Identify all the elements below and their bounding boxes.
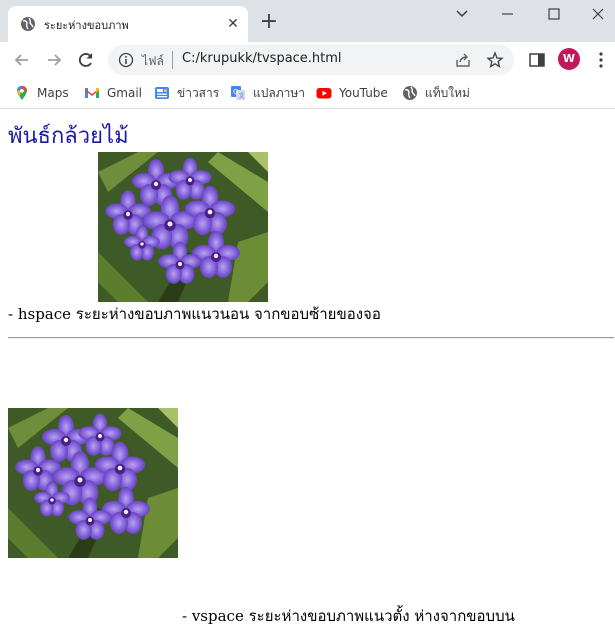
svg-text:文: 文 (239, 92, 245, 100)
youtube-icon (316, 88, 332, 99)
bookmark-label: Gmail (107, 86, 143, 100)
share-icon[interactable] (454, 51, 472, 69)
orchid-image-hspace (98, 152, 268, 302)
bookmark-label: YouTube (339, 86, 388, 100)
bookmark-star-icon[interactable] (486, 51, 504, 69)
maps-icon (17, 86, 27, 100)
new-tab-button[interactable]: + (258, 11, 280, 33)
bookmark-label: Maps (37, 86, 69, 100)
back-arrow-icon[interactable] (12, 50, 32, 70)
side-panel-icon[interactable] (528, 51, 546, 69)
maximize-icon[interactable] (542, 4, 566, 24)
vspace-caption: - vspace ระยะห่างขอบภาพแนวตั้ง ห่างจากขอ… (182, 607, 515, 625)
menu-dots-icon[interactable] (592, 50, 610, 70)
bookmark-label: ข่าวสาร (177, 85, 220, 100)
forward-arrow-icon[interactable] (44, 50, 64, 70)
close-icon[interactable] (586, 4, 610, 24)
globe-icon (21, 17, 35, 31)
address-url[interactable]: C:/krupukk/tvspace.html (182, 51, 342, 66)
profile-avatar[interactable]: W (558, 48, 580, 70)
browser-titlebar: ระยะห่างขอบภาพ ✕ + (0, 0, 615, 42)
reload-icon[interactable] (76, 50, 96, 70)
bookmark-translate[interactable]: G 文 แปลภาษา (230, 82, 305, 104)
bookmark-label: แปลภาษา (253, 85, 306, 100)
translate-icon: G 文 (231, 86, 245, 100)
globe-icon (403, 86, 417, 100)
hspace-caption: - hspace ระยะห่างขอบภาพแนวนอน จากขอบซ้าย… (8, 305, 381, 323)
bookmark-maps[interactable]: Maps (14, 82, 69, 104)
gmail-icon (85, 88, 99, 98)
tab-close-icon[interactable]: ✕ (224, 15, 242, 33)
orchid-image-vspace (8, 408, 178, 558)
horizontal-rule (8, 337, 614, 339)
bookmark-label: แท็บใหม่ (425, 85, 470, 100)
bookmarks-bar: Maps Gmail ข่าวสาร G 文 แปลภาษา YouTube แ… (0, 78, 615, 109)
chevron-down-icon[interactable] (450, 4, 474, 24)
address-separator (172, 51, 173, 69)
address-bar[interactable]: ไฟล์ C:/krupukk/tvspace.html (108, 45, 514, 75)
browser-tab[interactable]: ระยะห่างขอบภาพ ✕ (8, 6, 248, 42)
minimize-icon[interactable] (496, 4, 520, 24)
bookmark-news[interactable]: ข่าวสาร (154, 82, 219, 104)
news-icon (155, 87, 169, 99)
info-icon[interactable] (118, 52, 134, 68)
page-title: พันธ์กล้วยไม้ (8, 124, 129, 149)
bookmark-newtab[interactable]: แท็บใหม่ (402, 82, 470, 104)
browser-toolbar: ไฟล์ C:/krupukk/tvspace.html W (0, 42, 615, 78)
address-scheme-label: ไฟล์ (142, 54, 164, 68)
bookmark-gmail[interactable]: Gmail (84, 82, 142, 104)
bookmark-youtube[interactable]: YouTube (316, 82, 388, 104)
tab-title: ระยะห่างขอบภาพ (44, 19, 129, 32)
page-content: พันธ์กล้วยไม้ - hspace ระยะห่างขอบภาพแนว… (0, 110, 615, 629)
